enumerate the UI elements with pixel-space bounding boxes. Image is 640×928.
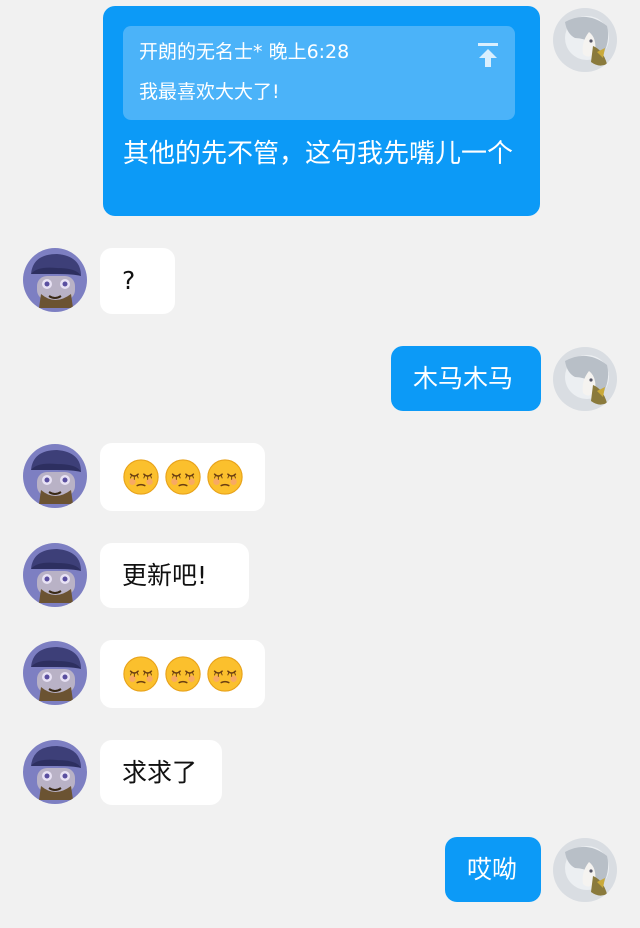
message-bubble[interactable]: ? — [100, 248, 175, 314]
message-incoming — [0, 640, 640, 708]
self-avatar[interactable] — [553, 8, 617, 72]
sleepy-face-emoji — [164, 458, 202, 496]
message-text: 木马木马 — [413, 363, 514, 393]
chat-window: 开朗的无名士* 晚上6:28 我最喜欢大大了! 其他的先不管，这句我先嘴儿一个 … — [0, 0, 640, 928]
friend-avatar[interactable] — [23, 543, 87, 607]
arrow-up-to-top-icon[interactable] — [477, 42, 499, 68]
message-bubble[interactable]: 木马木马 — [391, 346, 541, 411]
sleepy-face-emoji — [206, 458, 244, 496]
message-text: 其他的先不管，这句我先嘴儿一个 — [123, 139, 514, 169]
message-bubble[interactable] — [100, 443, 265, 511]
friend-avatar[interactable] — [23, 248, 87, 312]
message-text: 求求了 — [122, 757, 198, 787]
friend-avatar[interactable] — [23, 444, 87, 508]
reply-quote-header: 开朗的无名士* 晚上6:28 — [139, 40, 349, 64]
self-avatar[interactable] — [553, 838, 617, 902]
sleepy-face-emoji — [206, 655, 244, 693]
message-bubble[interactable] — [100, 640, 265, 708]
message-incoming: ? — [0, 248, 640, 314]
message-text: ? — [122, 266, 136, 295]
emoji-row — [122, 458, 244, 496]
reply-quote-card[interactable]: 开朗的无名士* 晚上6:28 我最喜欢大大了! — [123, 26, 515, 120]
message-text: 哎呦 — [467, 854, 518, 884]
reply-quote-time: 晚上6:28 — [268, 41, 350, 63]
message-incoming — [0, 443, 640, 511]
reply-quote-author: 开朗的无名士* — [139, 41, 263, 63]
message-outgoing: 开朗的无名士* 晚上6:28 我最喜欢大大了! 其他的先不管，这句我先嘴儿一个 — [0, 6, 640, 218]
emoji-row — [122, 655, 244, 693]
reply-quote-text: 我最喜欢大大了! — [139, 81, 280, 103]
sleepy-face-emoji — [122, 655, 160, 693]
message-incoming: 更新吧! — [0, 543, 640, 609]
sleepy-face-emoji — [122, 458, 160, 496]
message-incoming: 求求了 — [0, 740, 640, 806]
friend-avatar[interactable] — [23, 740, 87, 804]
message-text: 更新吧! — [122, 560, 208, 590]
self-avatar[interactable] — [553, 347, 617, 411]
message-bubble[interactable]: 哎呦 — [445, 837, 541, 902]
message-bubble[interactable]: 求求了 — [100, 740, 222, 805]
message-bubble[interactable]: 开朗的无名士* 晚上6:28 我最喜欢大大了! 其他的先不管，这句我先嘴儿一个 — [103, 6, 540, 216]
message-bubble[interactable]: 更新吧! — [100, 543, 249, 608]
message-outgoing: 哎呦 — [0, 837, 640, 903]
message-outgoing: 木马木马 — [0, 346, 640, 412]
friend-avatar[interactable] — [23, 641, 87, 705]
sleepy-face-emoji — [164, 655, 202, 693]
